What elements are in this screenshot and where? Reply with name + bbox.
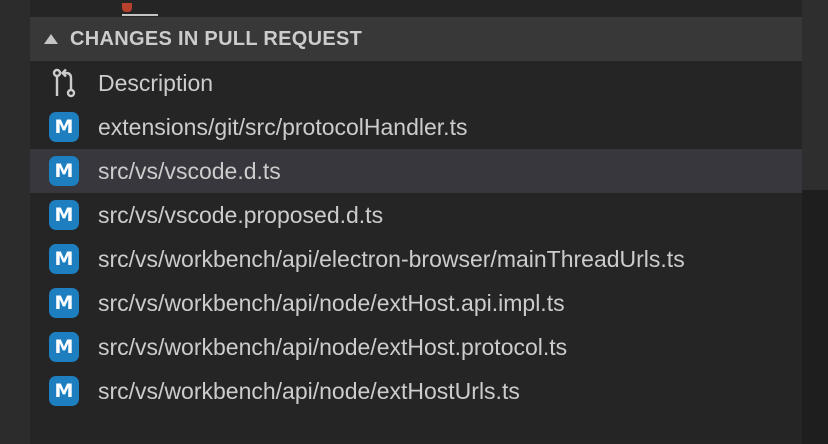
list-item-file[interactable]: M src/vs/workbench/api/electron-browser/…: [30, 237, 802, 281]
list-item-file[interactable]: M src/vs/workbench/api/node/extHost.prot…: [30, 325, 802, 369]
modified-badge-icon: M: [49, 156, 79, 186]
list-item-label: src/vs/vscode.d.ts: [98, 157, 281, 184]
list-item-file[interactable]: M extensions/git/src/protocolHandler.ts: [30, 105, 802, 149]
scrollbar-thumb[interactable]: [802, 0, 828, 190]
list-item-file[interactable]: M src/vs/vscode.proposed.d.ts: [30, 193, 802, 237]
changes-section-header[interactable]: CHANGES IN PULL REQUEST: [30, 17, 802, 61]
pull-request-icon: [30, 68, 98, 98]
list-item-file[interactable]: M src/vs/workbench/api/node/extHostUrls.…: [30, 369, 802, 413]
top-tab-strip: [30, 0, 802, 17]
modified-badge-icon: M: [49, 200, 79, 230]
changed-files-list: Description M extensions/git/src/protoco…: [30, 61, 802, 413]
section-title: CHANGES IN PULL REQUEST: [70, 27, 363, 50]
active-tab-indicator[interactable]: [122, 0, 158, 16]
list-item-label: extensions/git/src/protocolHandler.ts: [98, 113, 468, 140]
pull-request-panel: CHANGES IN PULL REQUEST Description M ex…: [30, 0, 802, 444]
modified-badge-icon: M: [49, 376, 79, 406]
list-item-label: Description: [98, 69, 214, 96]
chevron-collapse-icon[interactable]: [44, 34, 58, 44]
list-item-label: src/vs/workbench/api/node/extHostUrls.ts: [98, 377, 520, 404]
list-item-file-selected[interactable]: M src/vs/vscode.d.ts: [30, 149, 802, 193]
list-item-description[interactable]: Description: [30, 61, 802, 105]
modified-badge-icon: M: [49, 332, 79, 362]
modified-badge-icon: M: [49, 112, 79, 142]
activity-bar-edge: [0, 0, 30, 444]
list-item-label: src/vs/workbench/api/node/extHost.protoc…: [98, 333, 568, 360]
list-item-file[interactable]: M src/vs/workbench/api/node/extHost.api.…: [30, 281, 802, 325]
modified-badge-icon: M: [49, 244, 79, 274]
list-item-label: src/vs/workbench/api/electron-browser/ma…: [98, 245, 685, 272]
list-item-label: src/vs/workbench/api/node/extHost.api.im…: [98, 289, 565, 316]
list-item-label: src/vs/vscode.proposed.d.ts: [98, 201, 384, 228]
modified-badge-icon: M: [49, 288, 79, 318]
